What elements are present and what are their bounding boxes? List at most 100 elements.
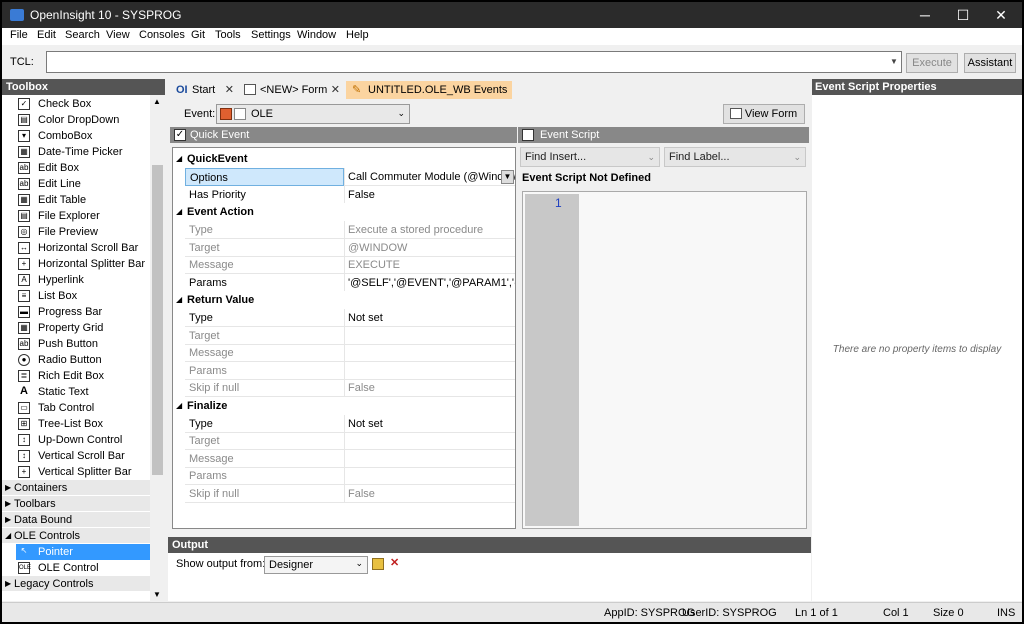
status-line: Ln 1 of 1: [795, 607, 838, 619]
tab-start[interactable]: OI Start ✕: [170, 81, 238, 99]
toolbox-panel: Toolbox ✓ Check Box ▤ Color DropDown ▾ Comb…: [2, 79, 165, 601]
property-category[interactable]: ◢ QuickEvent: [173, 150, 515, 168]
output-options-icon[interactable]: [372, 558, 384, 570]
event-select[interactable]: OLE ⌄: [216, 104, 410, 124]
property-value[interactable]: Not set: [344, 415, 515, 433]
toolbox-item[interactable]: ≡ List Box: [16, 288, 150, 304]
close-tab-icon[interactable]: ✕: [331, 81, 340, 99]
close-tab-icon[interactable]: ✕: [225, 81, 234, 99]
toolbox-item-pointer[interactable]: ↖ Pointer: [16, 544, 150, 560]
toolbox-item[interactable]: ▦ Property Grid: [16, 320, 150, 336]
chevron-right-icon: ▶: [5, 579, 12, 588]
toolbox-item[interactable]: ▭ Tab Control: [16, 400, 150, 416]
toolbox-category-label: Toolbars: [14, 498, 56, 510]
toolbox-item[interactable]: ab Edit Line: [16, 176, 150, 192]
property-category[interactable]: ◢ Finalize: [173, 397, 515, 415]
toolbox-category-ole-controls[interactable]: ◢ OLE Controls: [2, 528, 150, 544]
toolbox-category-data-bound[interactable]: ▶ Data Bound: [2, 512, 150, 528]
toolbox-item[interactable]: ● Radio Button: [16, 352, 150, 368]
dropdown-arrow-icon[interactable]: ▼: [501, 170, 514, 184]
execute-button[interactable]: Execute: [906, 53, 958, 73]
status-bar: AppID: SYSPROG UserID: SYSPROG Ln 1 of 1…: [2, 602, 1022, 622]
toolbox-item[interactable]: + Vertical Splitter Bar: [16, 464, 150, 480]
toolbox-item-label: Tab Control: [38, 402, 95, 414]
property-value: [344, 467, 515, 485]
toolbox-item-ole-control[interactable]: OLE OLE Control: [16, 560, 150, 576]
toolbox-category-toolbars[interactable]: ▶ Toolbars: [2, 496, 150, 512]
property-row[interactable]: Params'@SELF','@EVENT','@PARAM1','@PAR: [173, 274, 515, 292]
property-value: [344, 362, 515, 380]
toolbox-item[interactable]: ↕ Vertical Scroll Bar: [16, 448, 150, 464]
minimize-button[interactable]: ─: [906, 2, 944, 28]
toolbox-item[interactable]: ▾ ComboBox: [16, 128, 150, 144]
chevron-down-icon: ◢: [176, 295, 183, 304]
menu-file[interactable]: File: [10, 29, 28, 41]
output-source-select[interactable]: Designer ⌄: [264, 556, 368, 574]
toolbox-item-label: OLE Control: [38, 562, 99, 574]
property-row[interactable]: Has Priority False: [173, 186, 515, 204]
find-insert-select[interactable]: Find Insert... ⌄: [520, 147, 660, 167]
tab-label: <NEW> Form: [260, 84, 328, 96]
toolbox-item[interactable]: A Hyperlink: [16, 272, 150, 288]
toolbox-item[interactable]: ab Edit Box: [16, 160, 150, 176]
menu-view[interactable]: View: [106, 29, 130, 41]
property-value[interactable]: Call Commuter Module (@Window: [344, 168, 515, 186]
property-category[interactable]: ◢ Event Action: [173, 203, 515, 221]
ole-event-icon: [220, 108, 232, 120]
toolbox-item[interactable]: ↕ Up-Down Control: [16, 432, 150, 448]
close-button[interactable]: ✕: [982, 2, 1020, 28]
property-row[interactable]: Type Not set: [173, 415, 515, 433]
assistant-button[interactable]: Assistant: [964, 53, 1016, 73]
toolbox-item[interactable]: ⊞ Tree-List Box: [16, 416, 150, 432]
tab-ole-events[interactable]: ✎ UNTITLED.OLE_WB Events: [346, 81, 512, 99]
menu-tools[interactable]: Tools: [215, 29, 241, 41]
property-value[interactable]: False: [344, 186, 515, 204]
quick-event-checkbox[interactable]: ✓: [174, 129, 186, 141]
toolbox-item[interactable]: ▤ File Explorer: [16, 208, 150, 224]
tab-new-form[interactable]: <NEW> Form ✕: [238, 81, 344, 99]
toolbox-item[interactable]: ≣ Rich Edit Box: [16, 368, 150, 384]
script-editor[interactable]: 1: [522, 191, 807, 529]
toolbox-scroll-thumb[interactable]: [152, 165, 163, 475]
tcl-input[interactable]: ▼: [46, 51, 902, 73]
toolbox-category-legacy-controls[interactable]: ▶ Legacy Controls: [2, 576, 150, 592]
maximize-button[interactable]: ☐: [944, 2, 982, 28]
property-key: Type: [185, 309, 344, 327]
property-row[interactable]: Options Call Commuter Module (@Window ▼: [173, 168, 515, 186]
menu-search[interactable]: Search: [65, 29, 100, 41]
property-grid-icon: ▦: [18, 322, 30, 334]
progress-bar-icon: ▬: [18, 306, 30, 318]
find-label-select[interactable]: Find Label... ⌄: [664, 147, 806, 167]
toolbox-item[interactable]: ab Push Button: [16, 336, 150, 352]
toolbox-item[interactable]: ▦ Edit Table: [16, 192, 150, 208]
menu-edit[interactable]: Edit: [37, 29, 56, 41]
property-value[interactable]: '@SELF','@EVENT','@PARAM1','@PAR: [344, 274, 515, 292]
property-value: False: [344, 485, 515, 503]
toolbox-item-label: Tree-List Box: [38, 418, 104, 430]
view-form-button[interactable]: View Form: [723, 104, 805, 124]
chevron-down-icon: ⌄: [355, 558, 363, 568]
toolbox-item[interactable]: ▤ Color DropDown: [16, 112, 150, 128]
toolbox-item[interactable]: + Horizontal Splitter Bar: [16, 256, 150, 272]
toolbox-category-containers[interactable]: ▶ Containers: [2, 480, 150, 496]
menu-consoles[interactable]: Consoles: [139, 29, 185, 41]
event-script-checkbox[interactable]: [522, 129, 534, 141]
property-category[interactable]: ◢ Return Value: [173, 291, 515, 309]
menu-help[interactable]: Help: [346, 29, 369, 41]
menu-window[interactable]: Window: [297, 29, 336, 41]
toolbox-item[interactable]: ✓ Check Box: [16, 96, 150, 112]
menu-settings[interactable]: Settings: [251, 29, 291, 41]
chevron-down-icon[interactable]: ▼: [887, 52, 901, 72]
toolbox-item[interactable]: ↔ Horizontal Scroll Bar: [16, 240, 150, 256]
toolbox-scrollbar[interactable]: ▲ ▼: [150, 95, 165, 601]
scroll-up-icon[interactable]: ▲: [153, 97, 161, 106]
toolbox-item[interactable]: ◎ File Preview: [16, 224, 150, 240]
toolbox-item[interactable]: ▬ Progress Bar: [16, 304, 150, 320]
menu-git[interactable]: Git: [191, 29, 205, 41]
property-row[interactable]: Type Not set: [173, 309, 515, 327]
toolbox-item[interactable]: A Static Text: [16, 384, 150, 400]
toolbox-item[interactable]: ▦ Date-Time Picker: [16, 144, 150, 160]
scroll-down-icon[interactable]: ▼: [153, 590, 161, 599]
property-value[interactable]: Not set: [344, 309, 515, 327]
clear-output-icon[interactable]: ✕: [390, 556, 399, 569]
